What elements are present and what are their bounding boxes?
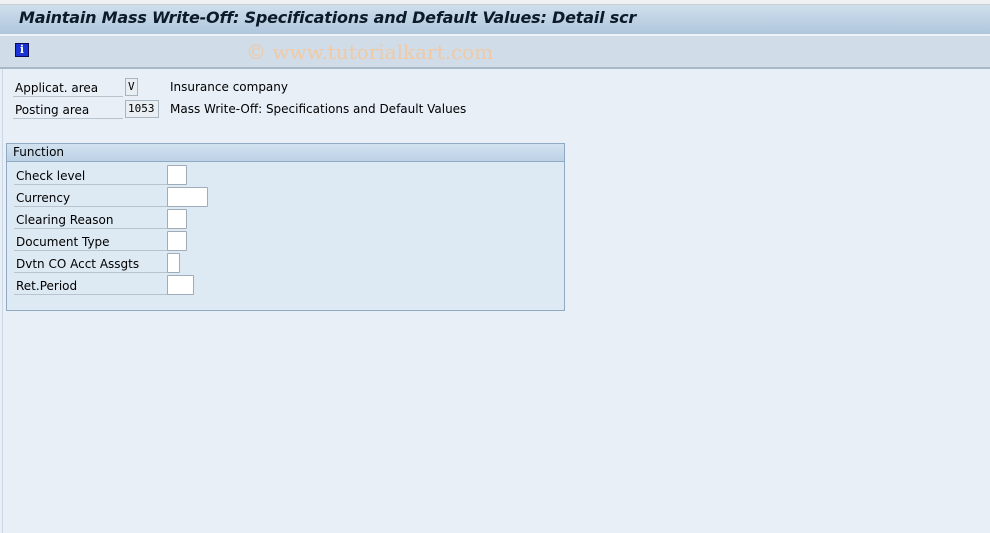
document-type-input[interactable] <box>167 231 187 251</box>
screen-title: Maintain Mass Write-Off: Specifications … <box>19 8 637 27</box>
posting-area-label: Posting area <box>13 101 123 119</box>
dvtn-co-acct-assgts-label: Dvtn CO Acct Assgts <box>14 255 168 273</box>
check-level-label: Check level <box>14 167 168 185</box>
dvtn-co-acct-assgts-input[interactable] <box>167 253 180 273</box>
ret-period-input[interactable] <box>167 275 194 295</box>
applicat-area-field[interactable]: V <box>125 78 138 96</box>
function-group-header: Function <box>7 144 564 162</box>
clearing-reason-input[interactable] <box>167 209 187 229</box>
application-toolbar: i © www.tutorialkart.com <box>0 36 990 69</box>
currency-label: Currency <box>14 189 168 207</box>
watermark: © www.tutorialkart.com <box>246 40 494 64</box>
check-level-input[interactable] <box>167 165 187 185</box>
posting-area-field[interactable]: 1053 <box>125 100 159 118</box>
left-border <box>2 69 3 533</box>
info-icon[interactable]: i <box>15 43 29 57</box>
document-type-label: Document Type <box>14 233 168 251</box>
currency-input[interactable] <box>167 187 208 207</box>
posting-area-description: Mass Write-Off: Specifications and Defau… <box>170 102 467 116</box>
applicat-area-label: Applicat. area <box>13 79 123 97</box>
ret-period-label: Ret.Period <box>14 277 168 295</box>
title-bar: Maintain Mass Write-Off: Specifications … <box>0 5 990 36</box>
applicat-area-description: Insurance company <box>170 80 288 94</box>
clearing-reason-label: Clearing Reason <box>14 211 168 229</box>
function-group-title: Function <box>13 145 65 159</box>
